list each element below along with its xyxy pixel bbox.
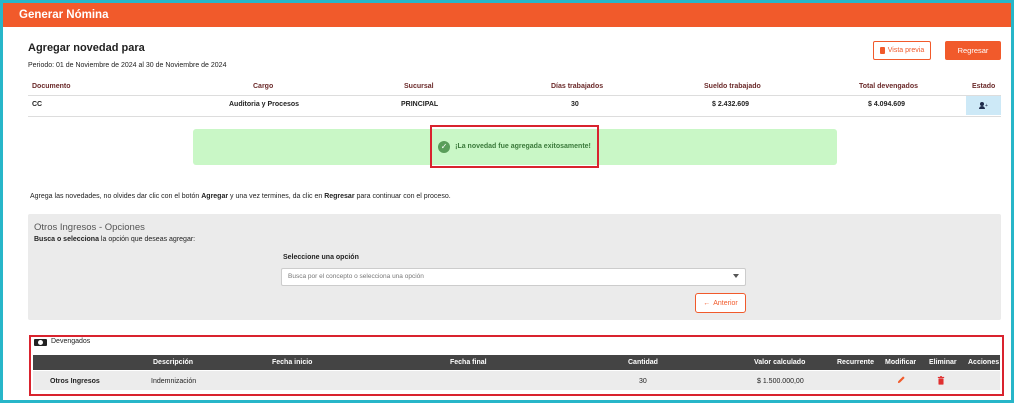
col-header-cantidad: Cantidad (628, 359, 658, 366)
option-select[interactable]: Busca por el concepto o selecciona una o… (281, 268, 746, 286)
cell-documento: CC (32, 101, 43, 108)
arrow-left-icon: ← (703, 299, 711, 307)
vista-previa-label: Vista previa (887, 47, 925, 54)
otros-ingresos-subtitle: Busca o selecciona la opción que deseas … (34, 236, 196, 243)
cell-total: $ 4.094.609 (868, 101, 905, 108)
cell-dias: 30 (571, 101, 579, 108)
col-header-fecha-inicio: Fecha inicio (272, 359, 313, 366)
col-header-acciones: Acciones (968, 359, 1000, 366)
anterior-label: Anterior (713, 299, 738, 307)
cell-sucursal: PRINCIPAL (401, 101, 439, 108)
cell-cantidad: 30 (639, 378, 647, 385)
anterior-button[interactable]: ← Anterior (695, 293, 746, 313)
vista-previa-button[interactable]: Vista previa (873, 41, 931, 60)
cell-sueldo: $ 2.432.609 (712, 101, 749, 108)
col-header-dias: Días trabajados (551, 83, 604, 90)
user-add-icon: + (979, 101, 988, 110)
col-header-documento: Documento (32, 83, 71, 90)
col-header-valor: Valor calculado (754, 359, 806, 366)
table-divider (28, 116, 1001, 117)
regresar-button[interactable]: Regresar (945, 41, 1001, 60)
chevron-down-icon[interactable] (733, 274, 739, 278)
col-header-sueldo: Sueldo trabajado (704, 83, 761, 90)
instructions-text: Agrega las novedades, no olvides dar cli… (30, 193, 451, 200)
trash-icon[interactable] (937, 376, 945, 385)
money-icon (34, 339, 47, 346)
cell-concepto: Otros Ingresos (50, 378, 100, 385)
col-header-recurrente: Recurrente (837, 359, 874, 366)
check-circle-icon: ✓ (438, 140, 451, 153)
success-message-highlight: ✓ ¡La novedad fue agregada exitosamente! (430, 125, 599, 168)
page-header: Generar Nómina (3, 3, 1011, 27)
otros-ingresos-title: Otros Ingresos - Opciones (34, 222, 145, 233)
page-title: Agregar novedad para (28, 42, 145, 54)
col-header-sucursal: Sucursal (404, 83, 434, 90)
cell-valor: $ 1.500.000,00 (757, 378, 804, 385)
document-icon (879, 47, 885, 54)
table-divider (28, 95, 1001, 96)
success-message: ¡La novedad fue agregada exitosamente! (455, 143, 591, 150)
cell-cargo: Auditoria y Procesos (229, 101, 300, 108)
col-header-fecha-final: Fecha final (450, 359, 487, 366)
period-text: Periodo: 01 de Noviembre de 2024 al 30 d… (28, 62, 227, 69)
pencil-icon[interactable] (897, 375, 906, 384)
col-header-eliminar: Eliminar (929, 359, 957, 366)
col-header-total: Total devengados (859, 83, 918, 90)
col-header-cargo: Cargo (253, 83, 274, 90)
col-header-modificar: Modificar (885, 359, 917, 366)
estado-button[interactable]: + (966, 96, 1001, 115)
devengados-label: Devengados (51, 338, 91, 345)
select-label: Seleccione una opción (283, 254, 359, 261)
cell-descripcion: Indemnización (151, 378, 197, 385)
col-header-descripcion: Descripción (153, 359, 194, 366)
otros-ingresos-panel (28, 214, 1001, 320)
col-header-estado: Estado (972, 83, 996, 90)
